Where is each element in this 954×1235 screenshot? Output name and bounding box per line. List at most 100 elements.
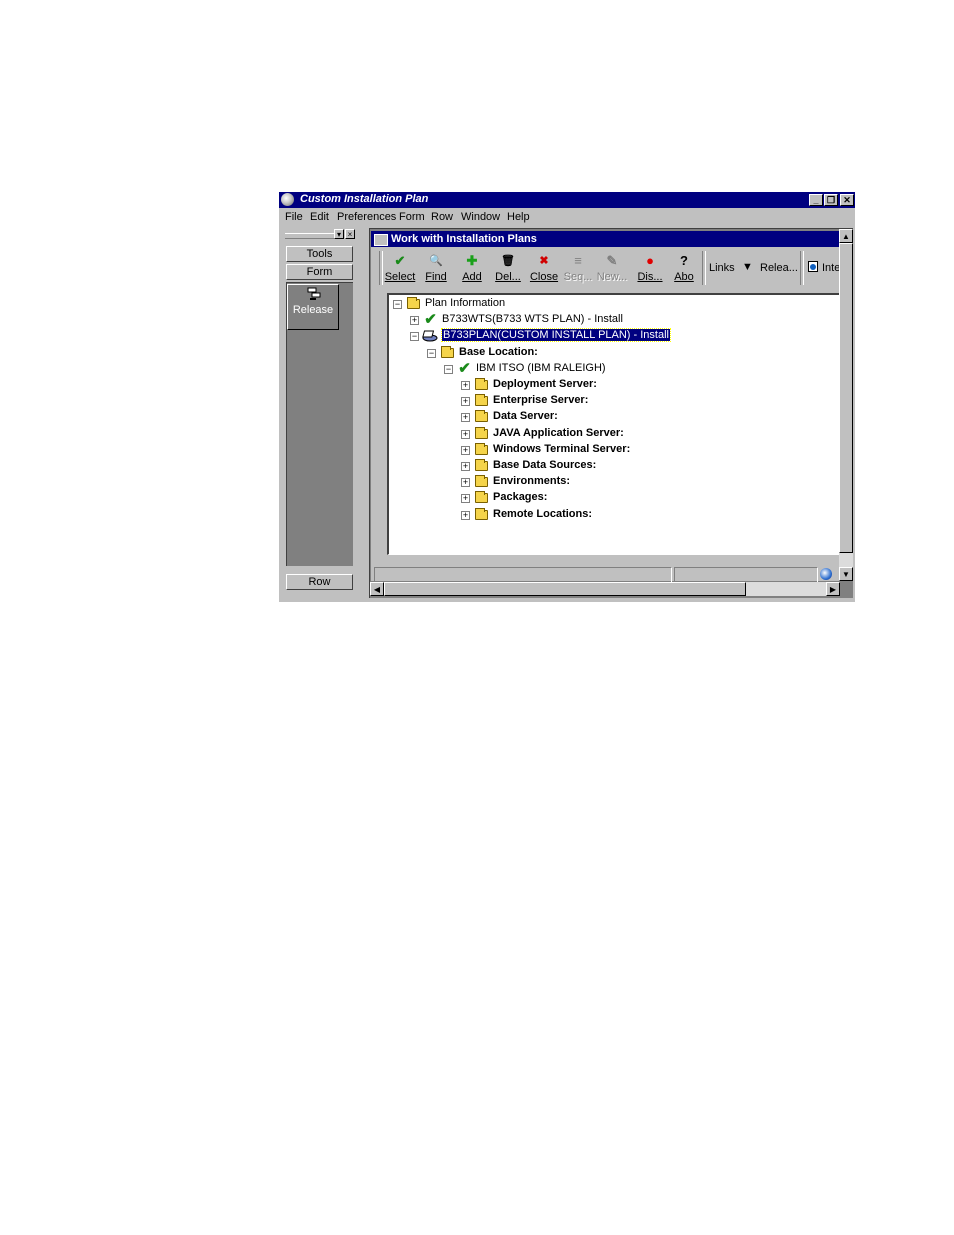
- pane-close-icon[interactable]: ×: [345, 229, 355, 239]
- links-menu[interactable]: Links: [709, 262, 735, 274]
- folder-icon: [475, 507, 488, 520]
- close-form-button[interactable]: ✖ Close: [526, 251, 562, 287]
- app-globe-icon[interactable]: [281, 193, 294, 206]
- tree-node-label: B733WTS(B733 WTS PLAN) - Install: [442, 313, 623, 326]
- trash-icon: 🗑: [501, 255, 515, 267]
- new-button[interactable]: ✎ New...: [594, 251, 630, 287]
- collapse-icon[interactable]: −: [393, 300, 402, 309]
- status-panel: [374, 567, 672, 583]
- collapse-icon[interactable]: −: [444, 364, 453, 374]
- menu-edit[interactable]: Edit: [310, 211, 329, 223]
- pane-grip[interactable]: [285, 233, 335, 239]
- minimize-button[interactable]: _: [809, 194, 823, 206]
- horizontal-scroll-thumb[interactable]: [384, 582, 746, 596]
- pane-restore-icon[interactable]: ▾: [334, 229, 344, 239]
- find-icon: 🔍: [429, 255, 443, 267]
- find-label: Find: [425, 271, 447, 283]
- tree-node-label: Environments:: [493, 475, 571, 488]
- menu-form[interactable]: Form: [399, 211, 425, 223]
- menu-file[interactable]: File: [285, 211, 303, 223]
- release-icon: [307, 287, 321, 301]
- maximize-button[interactable]: ❐: [824, 194, 838, 206]
- delete-button[interactable]: 🗑 Del...: [490, 251, 526, 287]
- internet-label[interactable]: Inte: [822, 262, 839, 274]
- scroll-down-arrow[interactable]: ▼: [839, 567, 853, 581]
- expand-icon[interactable]: +: [461, 462, 470, 471]
- expand-icon[interactable]: +: [461, 445, 470, 455]
- scroll-left-arrow[interactable]: ◀: [370, 582, 384, 596]
- release-menu[interactable]: Relea...: [760, 262, 798, 274]
- expand-icon[interactable]: +: [461, 413, 470, 423]
- menu-row[interactable]: Row: [431, 211, 453, 223]
- plan-tree[interactable]: − Plan Information + ✔ B733WTS(B733 WTS PLAN…: [387, 293, 839, 555]
- folder-icon: [475, 378, 488, 390]
- add-button[interactable]: ✚ Add: [454, 251, 490, 287]
- form-toolbar: ✔ Select 🔍 Find ✚ Add 🗑 Del... ✖ Close ≡…: [376, 251, 839, 287]
- scroll-up-arrow[interactable]: ▲: [839, 229, 853, 243]
- plan-icon: [422, 329, 439, 342]
- display-button[interactable]: ● Dis...: [632, 251, 668, 287]
- plus-icon: ✚: [466, 253, 478, 268]
- select-button[interactable]: ✔ Select: [382, 251, 418, 287]
- menu-help[interactable]: Help: [507, 211, 530, 223]
- collapse-icon[interactable]: −: [410, 332, 419, 342]
- menu-preferences[interactable]: Preferences: [337, 211, 396, 223]
- form-icon[interactable]: [374, 234, 388, 246]
- title-bar[interactable]: Custom Installation Plan _ ❐ ✕: [279, 192, 855, 208]
- expand-icon[interactable]: +: [461, 381, 470, 390]
- close-label: Close: [529, 271, 559, 283]
- sequence-button[interactable]: ≡ Seq...: [560, 251, 596, 287]
- delete-label: Del...: [495, 271, 521, 283]
- expand-icon[interactable]: +: [461, 494, 470, 504]
- release-exit-button[interactable]: Release: [287, 284, 339, 330]
- folder-icon: [475, 459, 488, 471]
- folder-icon: [475, 491, 488, 504]
- expand-icon[interactable]: +: [410, 316, 419, 326]
- menu-window[interactable]: Window: [461, 211, 500, 223]
- find-button[interactable]: 🔍 Find: [418, 251, 454, 287]
- mdi-vertical-scrollbar[interactable]: ▲ ▼: [839, 229, 853, 581]
- exit-bar-pane: ▾ × Tools Form Release Row: [283, 228, 357, 598]
- collapse-icon[interactable]: −: [427, 348, 436, 358]
- display-label: Dis...: [637, 271, 663, 283]
- expand-icon[interactable]: +: [461, 397, 470, 407]
- toolbar-separator: [702, 251, 706, 285]
- folder-icon: [475, 475, 488, 488]
- display-icon: ●: [646, 253, 654, 268]
- check-icon: ✔: [394, 253, 406, 268]
- tree-node-label: Enterprise Server:: [493, 394, 589, 407]
- about-button[interactable]: ? Abo: [666, 251, 702, 287]
- help-icon: ?: [680, 253, 688, 268]
- release-label: Release: [292, 304, 334, 316]
- open-folder-icon: [407, 297, 420, 309]
- tree-node-label: IBM ITSO (IBM RALEIGH): [476, 361, 606, 374]
- tab-form[interactable]: Form: [286, 264, 353, 280]
- toolbar-separator: [800, 251, 804, 285]
- close-button[interactable]: ✕: [840, 194, 854, 206]
- scroll-thumb[interactable]: [839, 243, 853, 553]
- dropdown-arrow-icon[interactable]: ▼: [742, 261, 753, 273]
- expand-icon[interactable]: +: [461, 510, 470, 520]
- x-icon: ✖: [539, 255, 549, 267]
- tree-node-label: Base Location:: [459, 345, 538, 358]
- internet-icon[interactable]: [808, 261, 818, 272]
- status-panel: [674, 567, 818, 583]
- child-title-bar[interactable]: Work with Installation Plans: [371, 231, 839, 247]
- tree-node-label: JAVA Application Server:: [493, 426, 624, 439]
- status-globe-icon: [820, 568, 832, 580]
- tree-node-label: Base Data Sources:: [493, 459, 597, 471]
- folder-icon: [475, 410, 488, 423]
- tree-node-label: Plan Information: [425, 297, 506, 309]
- tab-row[interactable]: Row: [286, 574, 353, 590]
- tab-tools[interactable]: Tools: [286, 246, 353, 262]
- menu-bar: File Edit Preferences Form Row Window He…: [279, 209, 855, 227]
- child-window: Work with Installation Plans ✔ Select 🔍 …: [371, 231, 839, 583]
- select-label: Select: [384, 271, 416, 283]
- mdi-client-area: Work with Installation Plans ✔ Select 🔍 …: [369, 228, 853, 598]
- scroll-right-arrow[interactable]: ▶: [826, 582, 840, 596]
- folder-icon: [475, 394, 488, 407]
- expand-icon[interactable]: +: [461, 429, 470, 439]
- expand-icon[interactable]: +: [461, 478, 470, 488]
- mdi-horizontal-scrollbar[interactable]: ◀ ▶: [370, 582, 840, 596]
- window-title: Custom Installation Plan: [300, 193, 429, 205]
